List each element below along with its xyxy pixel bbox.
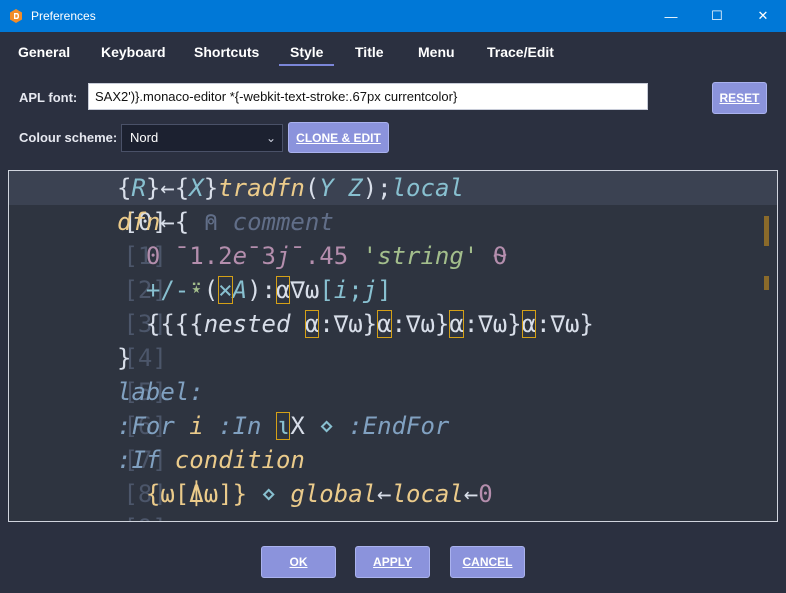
- tab-menu[interactable]: Menu: [418, 44, 455, 60]
- colour-scheme-label: Colour scheme:: [19, 130, 118, 145]
- code-line: [5] }: [9, 341, 167, 406]
- code-text: dfn←{ ⍝ comment: [117, 208, 334, 236]
- code-line: [9] {⍵[⍋⍵]} ⋄ global←local←0: [9, 477, 492, 521]
- maximize-icon: ☐: [711, 8, 723, 23]
- code-text: {{{{nested ⍺:∇⍵}⍺:∇⍵}⍺:∇⍵}⍺:∇⍵}: [117, 310, 594, 338]
- tab-general[interactable]: General: [18, 44, 70, 60]
- apl-font-input[interactable]: SAX2')}.monaco-editor *{-webkit-text-str…: [88, 83, 648, 110]
- code-line: [8] :If condition: [9, 443, 305, 508]
- cancel-button[interactable]: CANCEL: [450, 546, 525, 578]
- app-icon: [10, 9, 22, 23]
- code-text: +/-⍣(×A):⍺∇⍵[i;j]: [117, 276, 392, 304]
- code-text: :For i :In ⍳X ⋄ :EndFor: [117, 412, 450, 440]
- colour-scheme-select[interactable]: Nord ⌄: [121, 124, 283, 152]
- ok-button[interactable]: OK: [261, 546, 336, 578]
- tab-style[interactable]: Style: [279, 44, 335, 66]
- minimize-button[interactable]: —: [648, 0, 694, 32]
- code-line: [2] 0 ¯1.2e¯3j¯.45 'string' ⍬: [9, 239, 507, 304]
- scroll-marker: [764, 276, 769, 290]
- code-text: label:: [117, 378, 204, 406]
- code-text: :If condition: [117, 446, 305, 474]
- minimize-icon: —: [664, 8, 678, 24]
- clone-edit-button[interactable]: CLONE & EDIT: [288, 122, 389, 153]
- scroll-marker: [764, 216, 769, 246]
- dialog-footer: OK APPLY CANCEL: [0, 530, 786, 593]
- code-line: [0] {R}←{X}tradfn(Y Z);local: [9, 171, 777, 236]
- tab-bar: General Keyboard Shortcuts Style Title M…: [0, 32, 786, 72]
- code-line: [6] label:: [9, 375, 204, 440]
- code-text: 0 ¯1.2e¯3j¯.45 'string' ⍬: [117, 242, 508, 270]
- code-line: [1] dfn←{ ⍝ comment: [9, 205, 334, 270]
- tab-shortcuts[interactable]: Shortcuts: [194, 44, 259, 60]
- line-number: [9]: [67, 511, 166, 521]
- code-text: {R}←{X}tradfn(Y Z);local: [117, 174, 464, 202]
- maximize-button[interactable]: ☐: [694, 0, 740, 32]
- colour-scheme-value: Nord: [130, 130, 159, 145]
- code-line: [4] {{{{nested ⍺:∇⍵}⍺:∇⍵}⍺:∇⍵}⍺:∇⍵}: [9, 307, 594, 372]
- tab-keyboard[interactable]: Keyboard: [101, 44, 166, 60]
- code-line: [3] +/-⍣(×A):⍺∇⍵[i;j]: [9, 273, 392, 338]
- tab-trace-edit[interactable]: Trace/Edit: [487, 44, 554, 60]
- apply-button[interactable]: APPLY: [355, 546, 430, 578]
- close-icon: ✕: [757, 8, 769, 23]
- code-line: [7] :For i :In ⍳X ⋄ :EndFor: [9, 409, 449, 474]
- window-title: Preferences: [31, 9, 96, 23]
- close-button[interactable]: ✕: [740, 0, 786, 32]
- apl-font-label: APL font:: [19, 90, 78, 105]
- title-bar: Preferences — ☐ ✕: [0, 0, 786, 32]
- tab-title[interactable]: Title: [355, 44, 384, 60]
- chevron-down-icon: ⌄: [265, 131, 276, 145]
- code-text: {⍵[⍋⍵]} ⋄ global←local←0: [117, 480, 493, 508]
- code-text: }: [117, 344, 132, 372]
- code-preview[interactable]: [0] {R}←{X}tradfn(Y Z);local [1] dfn←{ ⍝…: [8, 170, 778, 522]
- reset-button[interactable]: RESET: [712, 82, 767, 114]
